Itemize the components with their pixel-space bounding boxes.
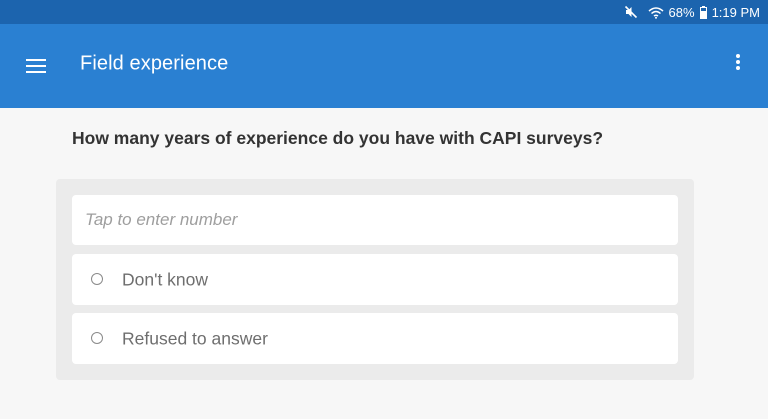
question-text: How many years of experience do you have…: [72, 128, 604, 148]
battery-percent: 68%: [668, 4, 695, 20]
option-label: Don't know: [122, 269, 209, 290]
option-dont-know[interactable]: Don't know: [72, 254, 678, 305]
more-vertical-icon[interactable]: [724, 48, 752, 76]
status-bar: 68% 1:19 PM: [0, 0, 768, 24]
battery-icon: [699, 5, 707, 19]
app-bar: Field experience: [0, 24, 768, 108]
page-title: Field experience: [80, 52, 229, 75]
hamburger-menu-icon[interactable]: [22, 52, 50, 80]
radio-button-icon[interactable]: [91, 273, 103, 285]
answer-panel: Don't know Refused to answer: [56, 179, 694, 380]
mute-icon: [624, 5, 638, 19]
wifi-icon: [648, 6, 664, 19]
option-refused-to-answer[interactable]: Refused to answer: [72, 313, 678, 364]
number-input[interactable]: [72, 195, 678, 245]
option-label: Refused to answer: [122, 328, 268, 349]
radio-button-icon[interactable]: [91, 332, 103, 344]
status-time: 1:19 PM: [711, 4, 760, 20]
